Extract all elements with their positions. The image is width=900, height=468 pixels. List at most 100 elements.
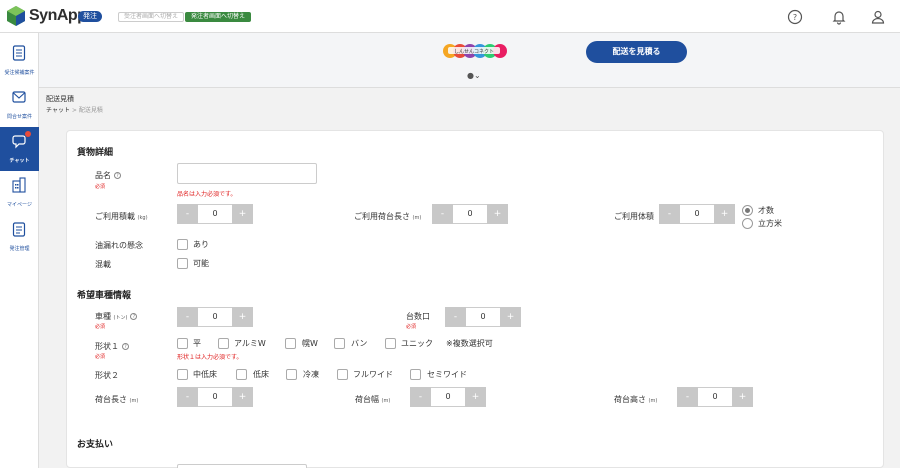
decrement-button[interactable]: - — [432, 204, 453, 224]
capacity-value[interactable]: 0 — [680, 204, 714, 224]
sidebar-item-inquiries[interactable]: 問合せ案件 — [0, 83, 39, 127]
decrement-button[interactable]: - — [445, 307, 466, 327]
clipboard-icon — [12, 222, 26, 237]
breadcrumb: 配送見積 チャット > 配送見積 — [39, 88, 900, 121]
user-icon[interactable] — [870, 9, 886, 25]
shape1-checkbox-unic[interactable] — [385, 338, 396, 349]
vehicle-bed-length-value[interactable]: 0 — [198, 387, 232, 407]
oil-leak-checkbox[interactable] — [177, 239, 188, 250]
sidebar: 受注候補案件 問合せ案件 チャット マイページ 発注管理 — [0, 33, 39, 468]
help-icon[interactable]: ? — [122, 343, 129, 350]
cargo-section-title: 貨物詳細 — [77, 148, 114, 158]
decrement-button[interactable]: - — [410, 387, 431, 407]
mixed-load-checkbox[interactable] — [177, 258, 188, 269]
decrement-button[interactable]: - — [177, 307, 198, 327]
sidebar-item-mypage[interactable]: マイページ — [0, 171, 39, 215]
capacity-unit-radio-sai[interactable] — [742, 205, 753, 216]
capacity-unit-radio-m3[interactable] — [742, 218, 753, 229]
shape2-option-label: フルワイド — [353, 370, 393, 379]
breadcrumb-separator: > — [71, 107, 77, 114]
shape1-option-label: アルミW — [234, 339, 266, 348]
help-icon[interactable]: ? — [114, 172, 121, 179]
shape2-checkbox-low-floor[interactable] — [236, 369, 247, 380]
payment-input[interactable] — [177, 464, 307, 468]
shape2-checkbox-refrigerated[interactable] — [286, 369, 297, 380]
switch-to-contractor-button[interactable]: 受注者画面へ切替え — [118, 12, 184, 22]
vehicle-bed-length-label: 荷台長さ (m) — [95, 395, 139, 404]
shape1-multi-select-note: ※複数選択可 — [446, 339, 493, 348]
vehicle-type-label: 車種 (トン)? — [95, 311, 138, 322]
bell-icon[interactable] — [831, 9, 847, 25]
shape2-option-label: 低床 — [253, 370, 269, 379]
shape2-checkbox-mid-low-floor[interactable] — [177, 369, 188, 380]
shape1-checkbox-van[interactable] — [334, 338, 345, 349]
document-list-icon — [12, 45, 26, 61]
vehicle-type-value[interactable]: 0 — [198, 307, 232, 327]
increment-button[interactable]: + — [232, 307, 253, 327]
vehicle-section-title: 希望車種情報 — [77, 291, 132, 301]
shape1-checkbox-aluminum-wing[interactable] — [218, 338, 229, 349]
oil-leak-option-label: あり — [193, 240, 209, 249]
estimate-form-card: 貨物詳細 品名? 必須 品名は入力必須です。 ご利用積載 (kg) - 0 + … — [66, 130, 884, 468]
vehicle-bed-width-label: 荷台幅 (m) — [355, 395, 391, 404]
capacity-label: ご利用体積 — [614, 212, 654, 221]
capacity-stepper: - 0 + — [659, 204, 735, 224]
svg-text:?: ? — [793, 13, 797, 22]
vehicle-bed-width-stepper: - 0 + — [410, 387, 486, 407]
user-dropdown-toggle[interactable]: ●⌄ — [467, 71, 481, 80]
decrement-button[interactable]: - — [677, 387, 698, 407]
vehicle-bed-height-value[interactable]: 0 — [698, 387, 732, 407]
increment-button[interactable]: + — [732, 387, 753, 407]
help-circle-icon[interactable]: ? — [787, 9, 803, 25]
sidebar-item-chat[interactable]: チャット — [0, 127, 39, 171]
increment-button[interactable]: + — [500, 307, 521, 327]
estimate-delivery-button[interactable]: 配送を見積る — [586, 41, 687, 63]
breadcrumb-current: 配送見積 — [78, 107, 103, 114]
help-icon[interactable]: ? — [130, 313, 138, 320]
shape2-label: 形状２ — [95, 371, 119, 380]
vehicle-bed-height-label: 荷台高さ (m) — [614, 395, 658, 404]
shape2-option-label: 中低床 — [193, 370, 217, 379]
increment-button[interactable]: + — [232, 387, 253, 407]
sidebar-item-order-management[interactable]: 発注管理 — [0, 215, 39, 259]
vehicle-count-stepper: - 0 + — [445, 307, 521, 327]
item-name-input[interactable] — [177, 163, 317, 184]
synapp-logo-icon[interactable] — [6, 5, 26, 27]
breadcrumb-link-chat[interactable]: チャット — [46, 107, 70, 114]
increment-button[interactable]: + — [487, 204, 508, 224]
breadcrumb-path: チャット > 配送見積 — [46, 105, 103, 114]
sidebar-item-candidate-orders[interactable]: 受注候補案件 — [0, 39, 39, 83]
increment-button[interactable]: + — [714, 204, 735, 224]
sidebar-item-label: 問合せ案件 — [6, 114, 32, 120]
sidebar-item-label: マイページ — [7, 202, 32, 208]
shape1-option-label: バン — [351, 339, 368, 348]
increment-button[interactable]: + — [465, 387, 486, 407]
required-mark: 必須 — [95, 354, 106, 360]
required-mark: 必須 — [95, 184, 106, 190]
volume-value[interactable]: 0 — [198, 204, 232, 224]
shape1-checkbox-flat[interactable] — [177, 338, 188, 349]
bed-length-stepper: - 0 + — [432, 204, 508, 224]
shape1-option-label: ユニック — [401, 339, 433, 348]
building-icon — [12, 177, 26, 193]
bed-length-value[interactable]: 0 — [453, 204, 487, 224]
partner-logo: しんせんコネクト — [443, 44, 507, 58]
partner-logo-text: しんせんコネクト — [454, 49, 494, 55]
vehicle-count-value[interactable]: 0 — [466, 307, 500, 327]
shape2-checkbox-semi-wide[interactable] — [410, 369, 421, 380]
increment-button[interactable]: + — [232, 204, 253, 224]
shape1-error: 形状１は入力必須です。 — [177, 354, 243, 361]
decrement-button[interactable]: - — [177, 204, 198, 224]
shape1-option-label: 平 — [193, 339, 201, 348]
shape2-checkbox-full-wide[interactable] — [337, 369, 348, 380]
vehicle-bed-width-value[interactable]: 0 — [431, 387, 465, 407]
decrement-button[interactable]: - — [177, 387, 198, 407]
switch-to-orderer-button[interactable]: 発注者画面へ切替え — [185, 12, 251, 22]
shape1-checkbox-hood-wing[interactable] — [285, 338, 296, 349]
shape2-option-label: セミワイド — [427, 370, 467, 379]
decrement-button[interactable]: - — [659, 204, 680, 224]
sidebar-item-label: 発注管理 — [9, 246, 30, 252]
required-mark: 必須 — [95, 324, 106, 330]
vehicle-bed-height-stepper: - 0 + — [677, 387, 753, 407]
payment-section-title: お支払い — [77, 440, 114, 450]
